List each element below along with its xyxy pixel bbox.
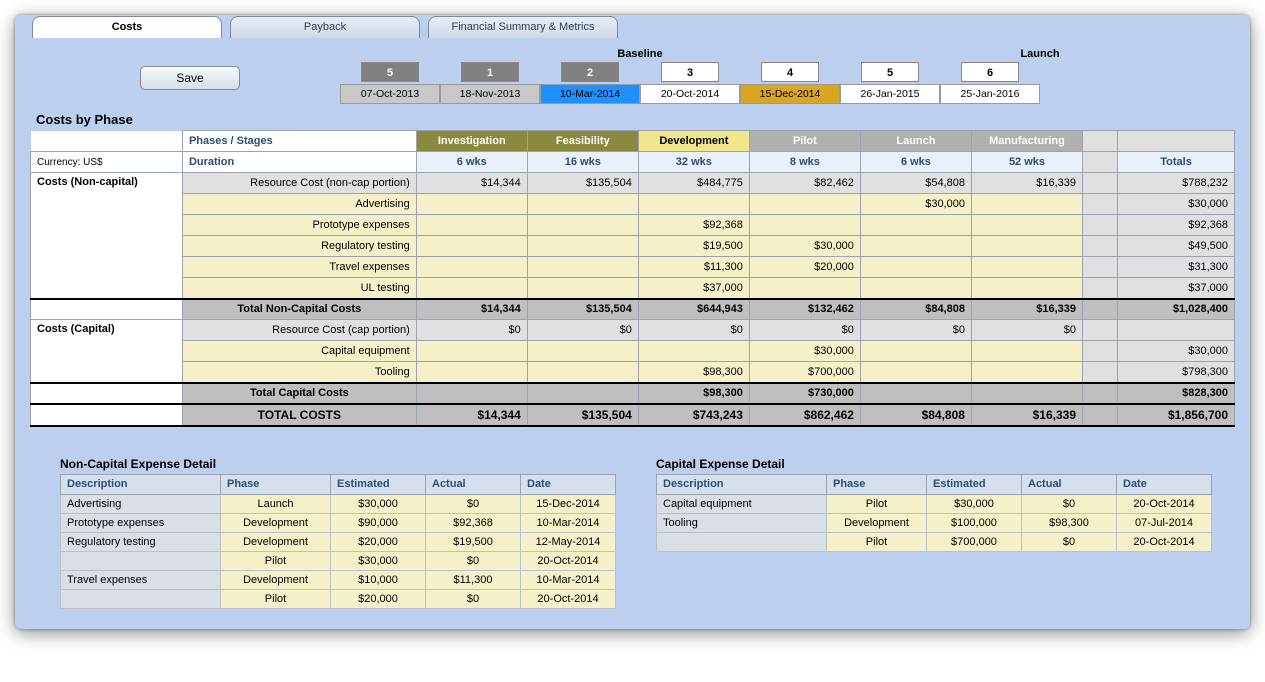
save-button[interactable]: Save	[140, 66, 240, 90]
gate-4: 4	[761, 62, 819, 82]
gate-2: 2	[561, 62, 619, 82]
dur-pilot: 8 wks	[749, 152, 860, 173]
gate-5b: 5	[861, 62, 919, 82]
table-row: Pilot$700,000$020-Oct-2014	[657, 532, 1212, 551]
row-tooling: Tooling	[182, 362, 416, 383]
col-pilot: Pilot	[749, 131, 860, 152]
tab-payback[interactable]: Payback	[230, 16, 420, 38]
totals-label: Totals	[1118, 152, 1235, 173]
col-est: Estimated	[331, 474, 426, 494]
dur-feasibility: 16 wks	[527, 152, 638, 173]
table-row: Prototype expensesDevelopment$90,000$92,…	[61, 513, 616, 532]
col-date: Date	[521, 474, 616, 494]
gate-6: 6	[961, 62, 1019, 82]
phases-stages-label: Phases / Stages	[182, 131, 416, 152]
col-desc: Description	[61, 474, 221, 494]
tab-costs[interactable]: Costs	[32, 16, 222, 38]
row-regulatory: Regulatory testing	[182, 236, 416, 257]
title-noncap-detail: Non-Capital Expense Detail	[60, 457, 616, 471]
table-row: AdvertisingLaunch$30,000$015-Dec-2014	[61, 494, 616, 513]
row-capital-equipment: Capital equipment	[182, 341, 416, 362]
gate-5a: 5	[361, 62, 419, 82]
table-row: Capital equipmentPilot$30,000$020-Oct-20…	[657, 494, 1212, 513]
gate-date-6: 25-Jan-2016	[940, 84, 1040, 104]
gate-1: 1	[461, 62, 519, 82]
row-total-costs: TOTAL COSTS	[182, 404, 416, 426]
table-row: ToolingDevelopment$100,000$98,30007-Jul-…	[657, 513, 1212, 532]
gate-date-3: 20-Oct-2014	[640, 84, 740, 104]
gate-date-1: 18-Nov-2013	[440, 84, 540, 104]
table-noncap-detail: Description Phase Estimated Actual Date …	[60, 474, 616, 609]
col-act: Actual	[426, 474, 521, 494]
table-row: Pilot$30,000$020-Oct-2014	[61, 551, 616, 570]
col-development: Development	[638, 131, 749, 152]
baseline-label: Baseline	[540, 48, 740, 60]
gate-date-2: 10-Mar-2014	[540, 84, 640, 104]
rowgroup-noncapital: Costs (Non-capital)	[31, 173, 183, 299]
col-launch: Launch	[860, 131, 971, 152]
col-manufacturing: Manufacturing	[971, 131, 1082, 152]
table-row: Travel expensesDevelopment$10,000$11,300…	[61, 570, 616, 589]
row-prototype: Prototype expenses	[182, 215, 416, 236]
table-cap-detail: Description Phase Estimated Actual Date …	[656, 474, 1212, 552]
dur-launch: 6 wks	[860, 152, 971, 173]
col-phase: Phase	[221, 474, 331, 494]
row-advertising: Advertising	[182, 194, 416, 215]
table-row: Regulatory testingDevelopment$20,000$19,…	[61, 532, 616, 551]
tabstrip: Costs Payback Financial Summary & Metric…	[15, 15, 1250, 38]
row-ultesting: UL testing	[182, 278, 416, 299]
tab-financial-summary[interactable]: Financial Summary & Metrics	[428, 16, 618, 38]
row-travel: Travel expenses	[182, 257, 416, 278]
table-row: Pilot$20,000$020-Oct-2014	[61, 589, 616, 608]
col-feasibility: Feasibility	[527, 131, 638, 152]
launch-label: Launch	[940, 48, 1140, 60]
row-total-noncap: Total Non-Capital Costs	[182, 299, 416, 320]
section-costs-by-phase: Costs by Phase	[36, 112, 1235, 127]
gate-date-5: 26-Jan-2015	[840, 84, 940, 104]
row-resource-noncap: Resource Cost (non-cap portion)	[182, 173, 416, 194]
gate-date-0: 07-Oct-2013	[340, 84, 440, 104]
title-cap-detail: Capital Expense Detail	[656, 457, 1212, 471]
dur-investigation: 6 wks	[416, 152, 527, 173]
col-investigation: Investigation	[416, 131, 527, 152]
panel-costs: Costs Payback Financial Summary & Metric…	[15, 15, 1250, 629]
dur-manufacturing: 52 wks	[971, 152, 1082, 173]
rowgroup-capital: Costs (Capital)	[31, 320, 183, 383]
currency-label: Currency: US$	[31, 152, 183, 173]
gate-header: Baseline Launch 5 1 2 3 4 5 6 07-Oct-201…	[340, 48, 1235, 104]
gate-3: 3	[661, 62, 719, 82]
row-resource-cap: Resource Cost (cap portion)	[182, 320, 416, 341]
table-costs-by-phase: Phases / Stages Investigation Feasibilit…	[30, 130, 1235, 427]
dur-development: 32 wks	[638, 152, 749, 173]
row-total-cap: Total Capital Costs	[182, 383, 416, 404]
duration-label: Duration	[182, 152, 416, 173]
gate-date-4: 15-Dec-2014	[740, 84, 840, 104]
